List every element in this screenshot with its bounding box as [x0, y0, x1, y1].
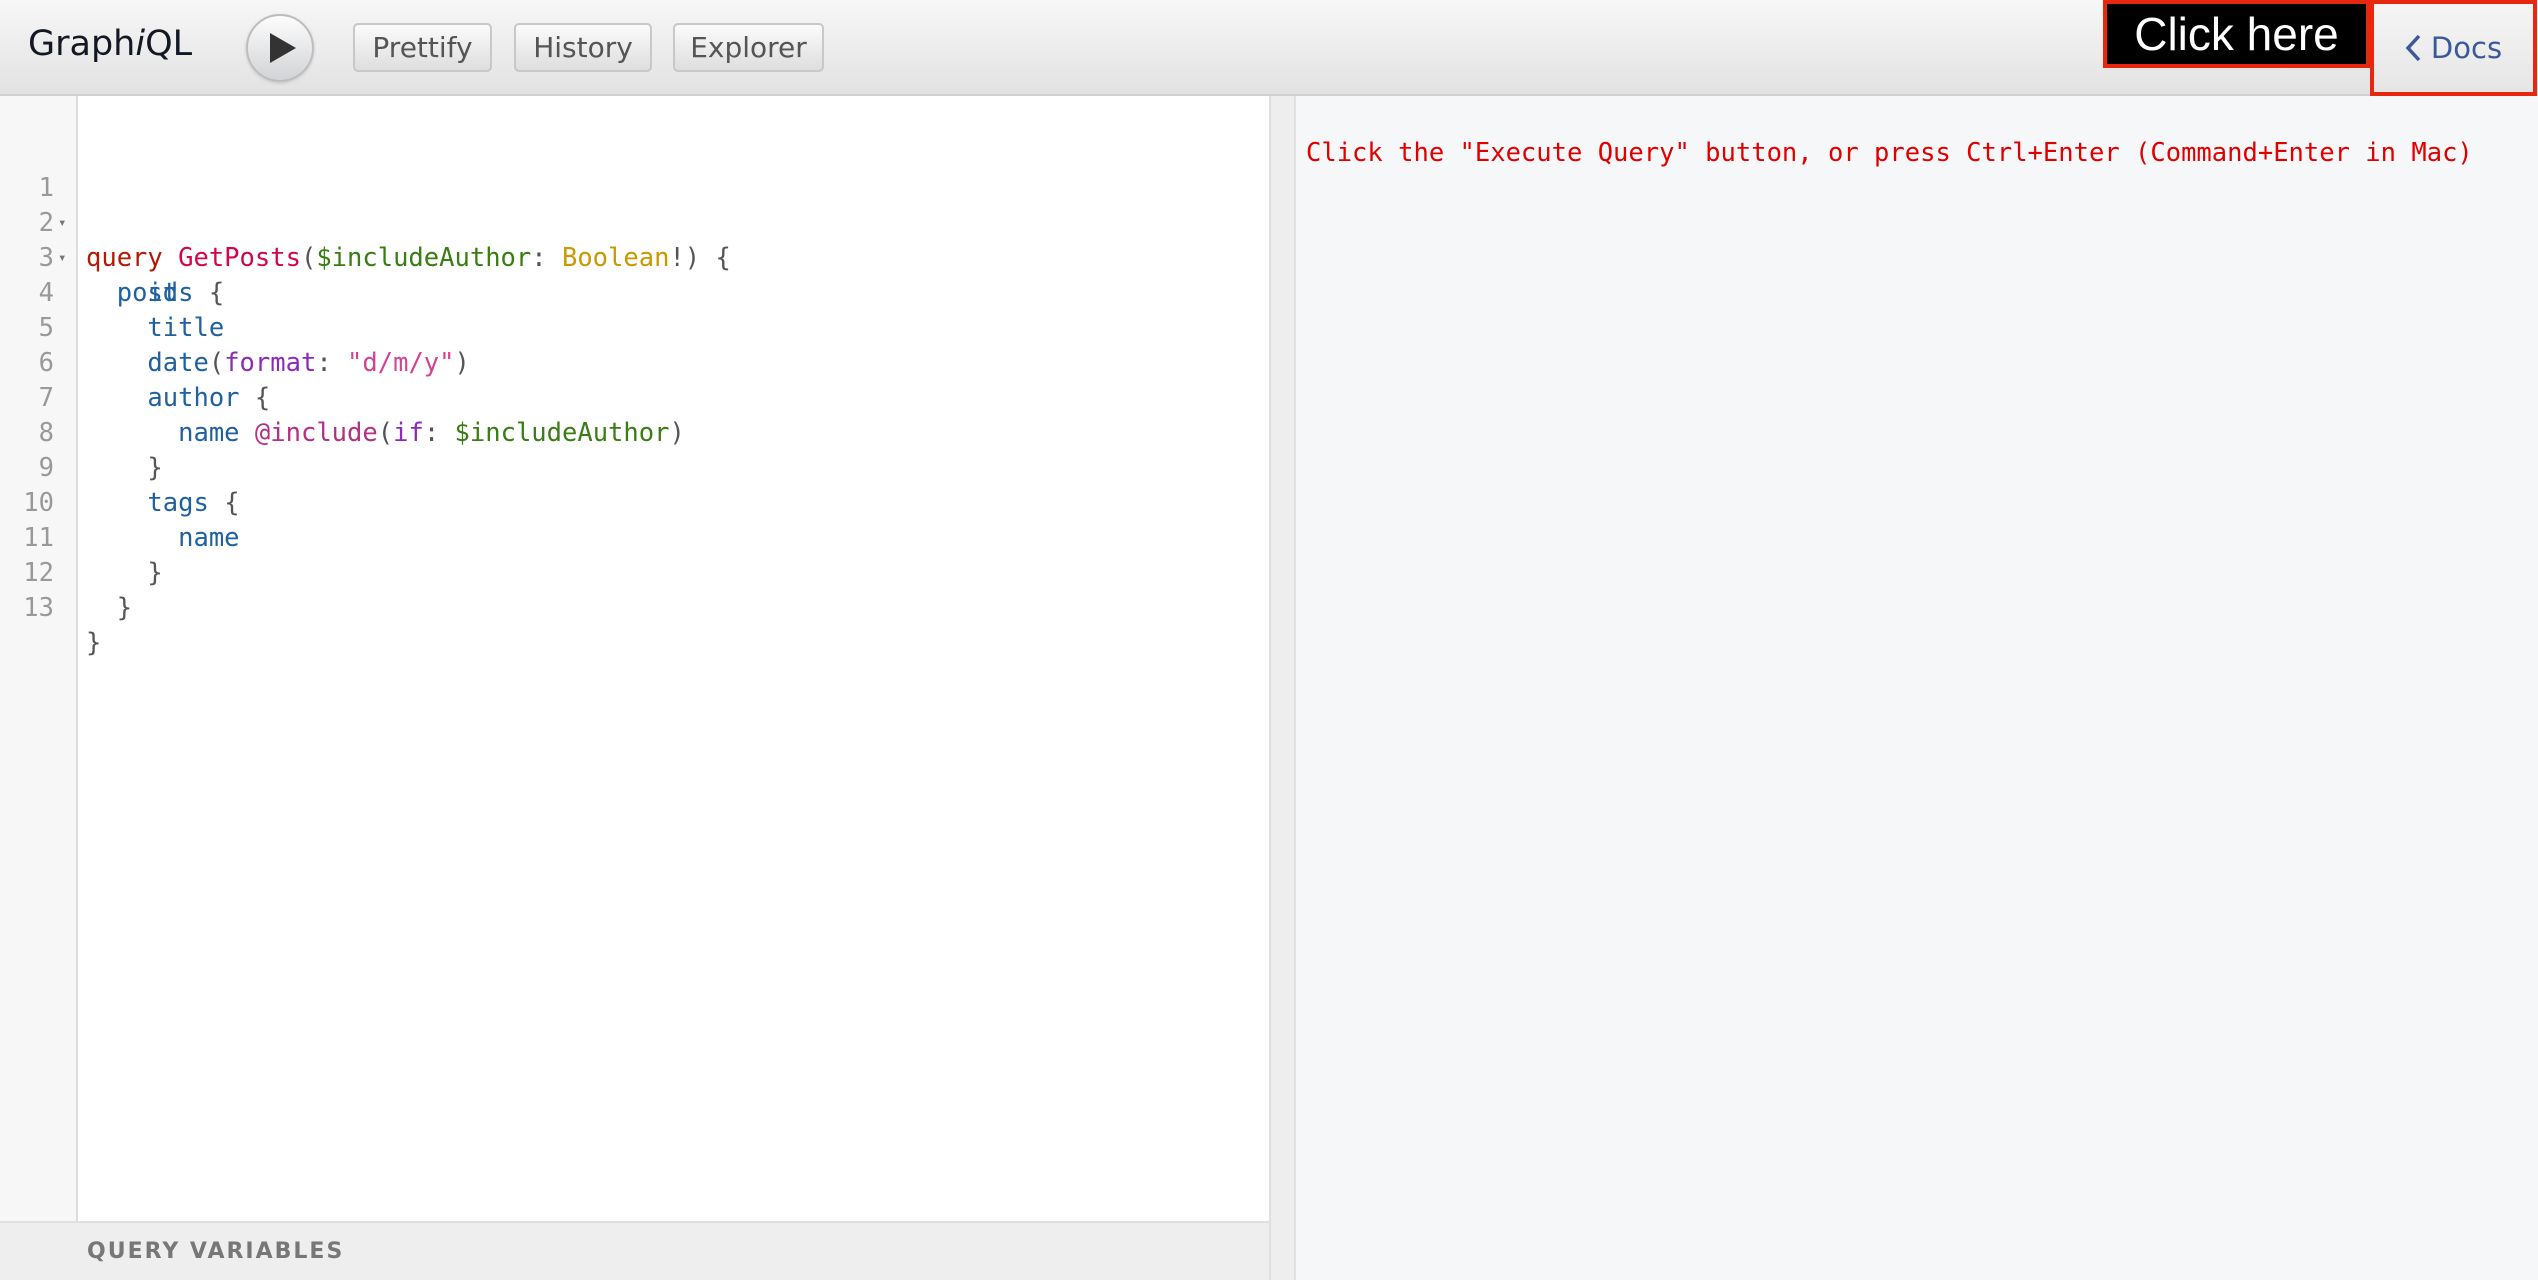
result-message: Click the "Execute Query" button, or pre…: [1306, 138, 2473, 168]
prettify-button[interactable]: Prettify: [353, 23, 492, 72]
code-line: 12 }: [0, 521, 1269, 623]
app-title: GraphiQL: [28, 24, 192, 64]
editor-result-divider[interactable]: [1269, 96, 1296, 1280]
punctuation: }: [116, 593, 133, 623]
query-editor[interactable]: 1 ▾ query GetPosts($includeAuthor: Boole…: [0, 96, 1269, 1221]
code-line: 3 id: [0, 206, 1269, 308]
title-prefix: Graph: [28, 24, 136, 64]
code-line: 7 name @include(if: $includeAuthor): [0, 346, 1269, 448]
click-here-annotation: Click here: [2103, 0, 2370, 68]
code-line: 9 tags {: [0, 416, 1269, 518]
code-text: }: [86, 626, 101, 661]
docs-button[interactable]: Docs: [2370, 0, 2537, 96]
result-panel: Click the "Execute Query" button, or pre…: [1296, 96, 2538, 1280]
code-line: 4 title: [0, 241, 1269, 343]
punctuation: }: [86, 628, 102, 658]
toolbar: GraphiQL Prettify History Explorer Click…: [0, 0, 2538, 96]
code-line: 10 name: [0, 451, 1269, 553]
chevron-left-icon: [2405, 34, 2421, 62]
history-button[interactable]: History: [514, 23, 652, 72]
code-line: 5 date(format: "d/m/y"): [0, 276, 1269, 378]
execute-query-button[interactable]: [246, 14, 314, 82]
code-line: 2 ▾ posts {: [0, 171, 1269, 308]
code-line: 8 }: [0, 381, 1269, 483]
docs-label: Docs: [2430, 31, 2503, 65]
line-number: 13: [23, 593, 54, 623]
code-line: 6 author {: [0, 311, 1269, 413]
explorer-button[interactable]: Explorer: [673, 23, 824, 72]
title-italic: i: [135, 24, 146, 64]
code-line: 13 }: [0, 556, 1269, 658]
code-line: 11 }: [0, 486, 1269, 588]
code-line: 1 ▾ query GetPosts($includeAuthor: Boole…: [0, 136, 1269, 273]
query-variables-title[interactable]: QUERY VARIABLES: [87, 1239, 344, 1264]
play-icon: [270, 33, 296, 63]
title-suffix: QL: [145, 24, 193, 64]
query-variables-bar[interactable]: QUERY VARIABLES: [0, 1221, 1269, 1280]
code-text: }: [86, 591, 132, 626]
